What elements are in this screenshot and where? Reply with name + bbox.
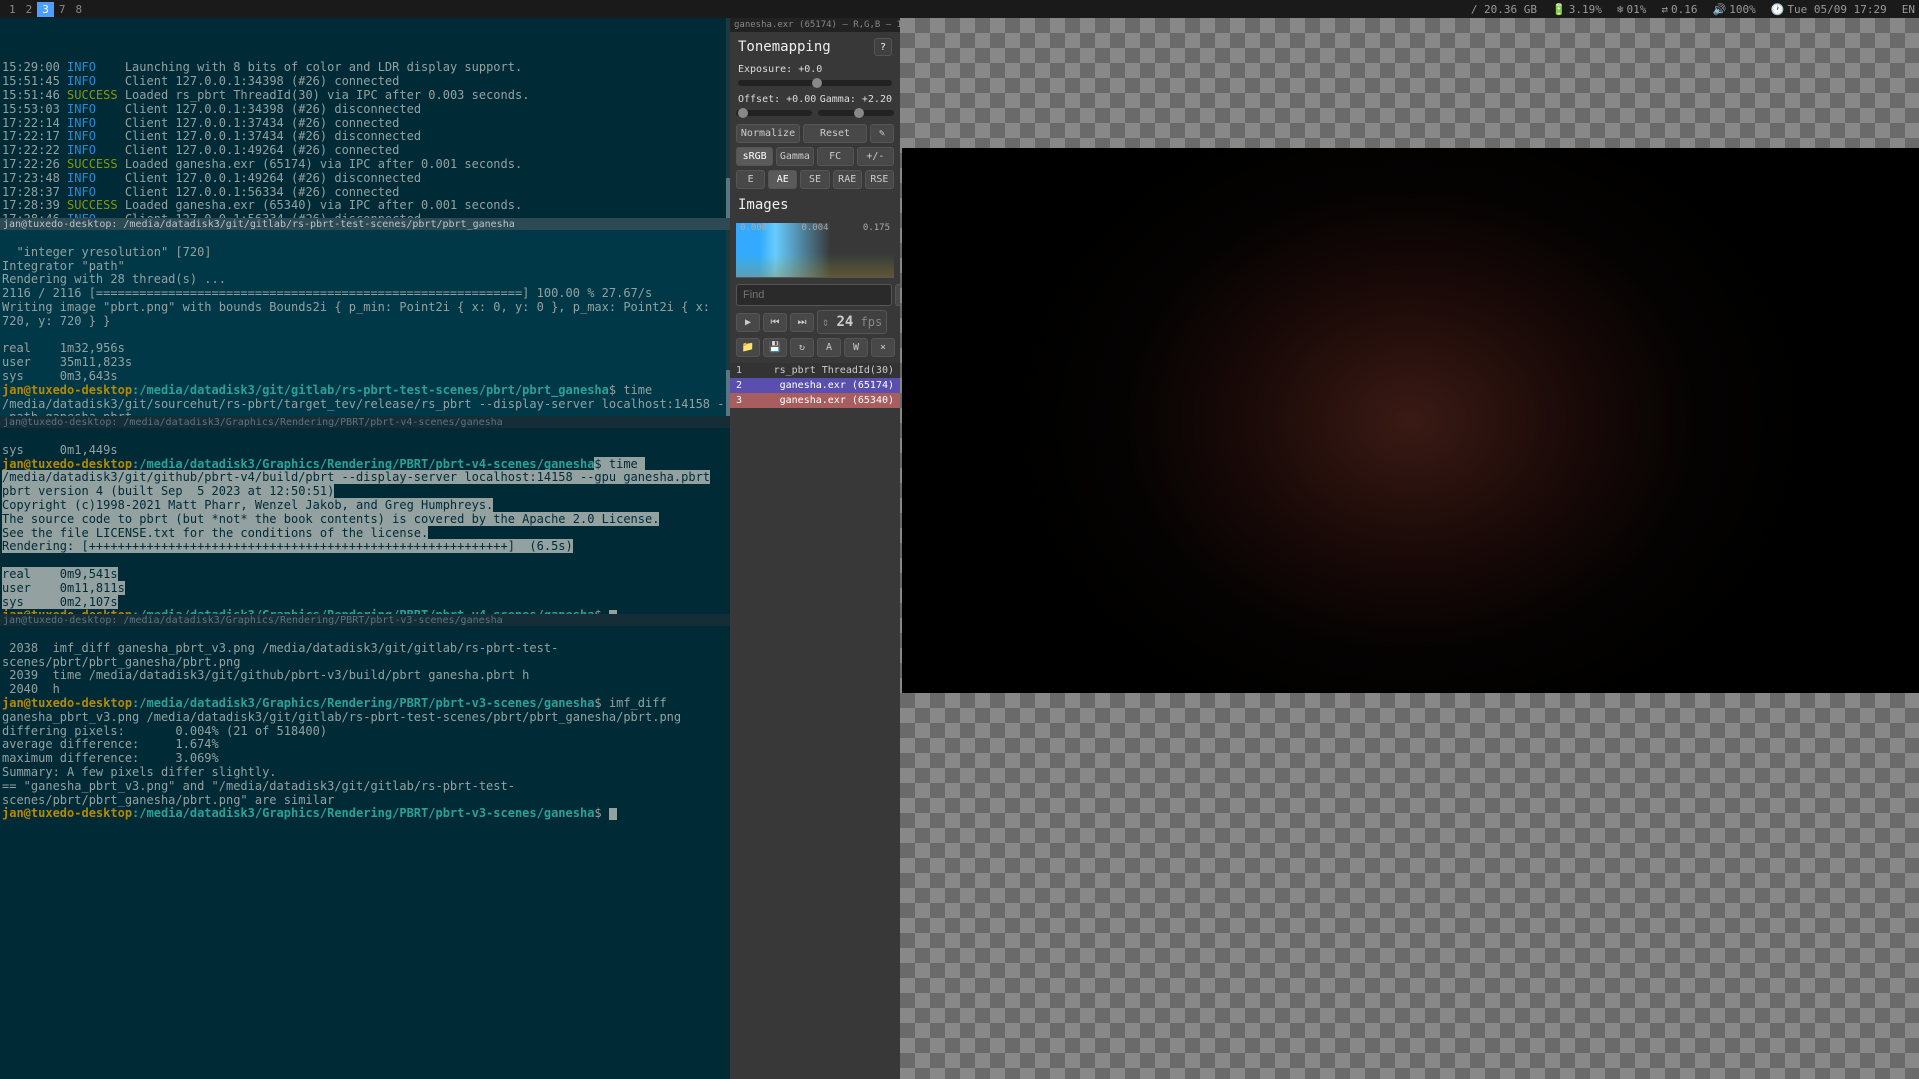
battery-status: 🔋 3.19% <box>1552 3 1602 16</box>
tev-sidebar: ganesha.exr (65174) – R,G,B – 100% – @-2… <box>730 18 900 1079</box>
pm-button[interactable]: +/- <box>857 147 894 166</box>
ws-3[interactable]: 3 <box>37 2 54 17</box>
term3-prompt2-user: jan@tuxedo-desktop <box>2 608 132 614</box>
term3-prompt-user: jan@tuxedo-desktop <box>2 457 132 471</box>
image-viewer[interactable] <box>900 18 1919 1079</box>
tev-statusline: ganesha.exr (65174) – R,G,B – 100% – @-2… <box>730 18 900 32</box>
term3-selected: $ time /media/datadisk3/git/github/pbrt-… <box>2 457 710 609</box>
term2-output: "integer yresolution" [720] Integrator "… <box>2 245 717 383</box>
offset-gamma-labels: Offset: +0.00Gamma: +2.20 <box>730 92 900 107</box>
srgb-button[interactable]: sRGB <box>736 147 773 166</box>
term2-prompt-path: :/media/datadisk3/git/gitlab/rs-pbrt-tes… <box>132 383 609 397</box>
fc-button[interactable]: FC <box>817 147 854 166</box>
term2-title: jan@tuxedo-desktop: /media/datadisk3/git… <box>0 218 730 230</box>
save-button[interactable]: 💾 <box>763 338 787 357</box>
images-title: Images <box>730 191 900 219</box>
term2-prompt-user: jan@tuxedo-desktop <box>2 383 132 397</box>
reset-button[interactable]: Reset <box>803 124 867 143</box>
next-button[interactable]: ⏭ <box>790 313 814 332</box>
gamma-button[interactable]: Gamma <box>776 147 813 166</box>
term4-prompt-path: :/media/datadisk3/Graphics/Rendering/PBR… <box>132 696 594 710</box>
cursor <box>609 808 617 820</box>
term3-prompt2-path: :/media/datadisk3/Graphics/Rendering/PBR… <box>132 608 594 614</box>
fps-display[interactable]: ⇕ 24 fps <box>817 310 887 334</box>
lang-indicator[interactable]: EN <box>1902 3 1915 16</box>
volume-status: 🔊 100% <box>1713 3 1756 16</box>
histogram[interactable]: 0.000 0.004 0.175 <box>736 223 894 278</box>
workspace-tabs: 1 2 3 7 8 <box>4 2 87 17</box>
exposure-label: Exposure: +0.0 <box>730 62 900 77</box>
term4-prompt2-user: jan@tuxedo-desktop <box>2 806 132 820</box>
image-item-2[interactable]: 2 ganesha.exr (65174) <box>730 378 900 393</box>
ae-button[interactable]: AE <box>768 170 797 189</box>
w-button[interactable]: W <box>844 338 868 357</box>
rae-button[interactable]: RAE <box>833 170 862 189</box>
term4-title: jan@tuxedo-desktop: /media/datadisk3/Gra… <box>0 614 730 626</box>
e-button[interactable]: E <box>736 170 765 189</box>
term4-prompt-user: jan@tuxedo-desktop <box>2 696 132 710</box>
net-status: ⇄ 0.16 <box>1661 3 1697 16</box>
top-bar: 1 2 3 7 8 / 20.36 GB 🔋 3.19% ❄ 01% ⇄ 0.1… <box>0 0 1919 18</box>
normalize-button[interactable]: Normalize <box>736 124 800 143</box>
rse-button[interactable]: RSE <box>865 170 894 189</box>
image-list: 1 rs_pbrt ThreadId(30) 2 ganesha.exr (65… <box>730 363 900 408</box>
term3-title: jan@tuxedo-desktop: /media/datadisk3/Gra… <box>0 416 730 428</box>
close-button[interactable]: × <box>871 338 895 357</box>
gamma-slider[interactable] <box>818 110 894 116</box>
term4-output: differing pixels: 0.004% (21 of 518400) … <box>2 724 515 807</box>
term4-prompt2-path: :/media/datadisk3/Graphics/Rendering/PBR… <box>132 806 594 820</box>
folder-button[interactable]: 📁 <box>736 338 760 357</box>
image-item-1[interactable]: 1 rs_pbrt ThreadId(30) <box>730 363 900 378</box>
image-item-3[interactable]: 3 ganesha.exr (65340) <box>730 393 900 408</box>
help-button[interactable]: ? <box>874 38 892 56</box>
cursor <box>609 610 617 614</box>
rendered-image <box>902 148 1919 693</box>
term3-prompt-path: :/media/datadisk3/Graphics/Rendering/PBR… <box>132 457 594 471</box>
tonemapping-title: Tonemapping ? <box>730 32 900 62</box>
find-input[interactable] <box>736 284 892 306</box>
prev-button[interactable]: ⏮ <box>763 313 787 332</box>
offset-slider[interactable] <box>736 110 812 116</box>
a-button[interactable]: A <box>817 338 841 357</box>
fan-status: ❄ 01% <box>1617 3 1647 16</box>
ws-2[interactable]: 2 <box>21 2 38 17</box>
term3-top: sys 0m1,449s <box>2 443 118 457</box>
ws-8[interactable]: 8 <box>71 2 88 17</box>
reload-button[interactable]: ↻ <box>790 338 814 357</box>
exposure-slider[interactable] <box>738 80 892 86</box>
terminal-rs-pbrt[interactable]: "integer yresolution" [720] Integrator "… <box>0 230 730 416</box>
se-button[interactable]: SE <box>800 170 829 189</box>
ws-7[interactable]: 7 <box>54 2 71 17</box>
play-button[interactable]: ▶ <box>736 313 760 332</box>
ws-1[interactable]: 1 <box>4 2 21 17</box>
top-bar-status: / 20.36 GB 🔋 3.19% ❄ 01% ⇄ 0.16 🔊 100% 🕐… <box>1471 3 1915 16</box>
terminal-pbrt-v4[interactable]: sys 0m1,449s jan@tuxedo-desktop:/media/d… <box>0 428 730 614</box>
disk-status: / 20.36 GB <box>1471 3 1537 16</box>
terminal-tev-log[interactable]: 15:29:00 INFO Launching with 8 bits of c… <box>0 18 730 218</box>
terminal-stack: 15:29:00 INFO Launching with 8 bits of c… <box>0 18 730 1079</box>
term4-history: 2038 imf_diff ganesha_pbrt_v3.png /media… <box>2 641 558 696</box>
clock: 🕐 Tue 05/09 17:29 <box>1771 3 1887 16</box>
terminal-pbrt-v3[interactable]: 2038 imf_diff ganesha_pbrt_v3.png /media… <box>0 626 730 1079</box>
eyedropper-button[interactable]: ✎ <box>870 124 894 143</box>
